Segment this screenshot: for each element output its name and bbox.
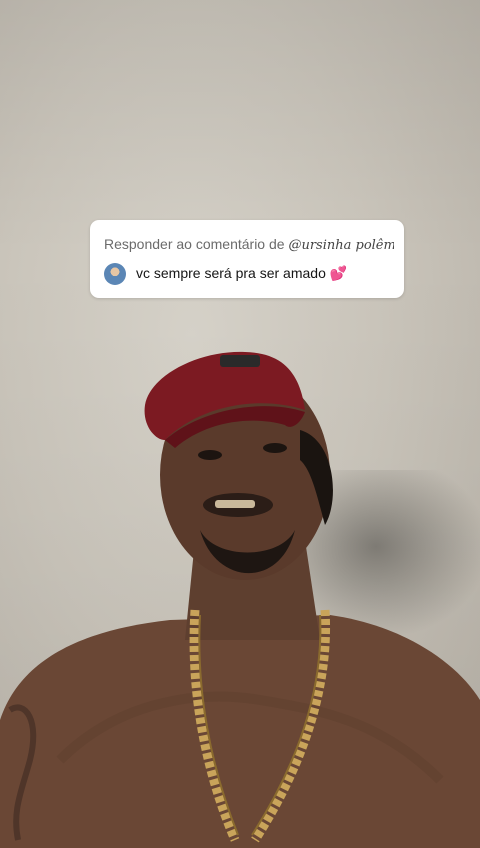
commenter-avatar-icon[interactable] [104, 263, 126, 285]
comment-text: vc sempre será pra ser amado 💕 [136, 265, 348, 281]
video-subject [0, 351, 480, 848]
reply-comment-card[interactable]: Responder ao comentário de @ursinha polê… [90, 220, 404, 298]
reply-username[interactable]: @ursinha polêmic... [288, 238, 394, 253]
reply-header: Responder ao comentário de @ursinha polê… [104, 236, 394, 253]
torso [0, 615, 480, 848]
reply-prefix: Responder ao comentário de [104, 236, 289, 252]
